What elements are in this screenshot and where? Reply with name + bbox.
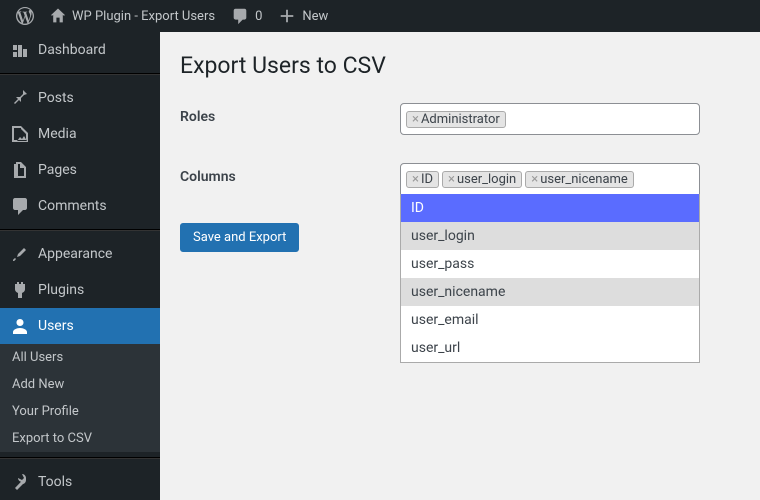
brush-icon [10, 244, 30, 264]
wordpress-icon [16, 7, 34, 25]
menu-label: Posts [38, 90, 74, 106]
remove-tag-icon[interactable]: × [412, 112, 419, 127]
wp-logo-menu[interactable] [8, 0, 42, 32]
menu-separator [0, 457, 160, 459]
dropdown-option[interactable]: user_pass [401, 250, 699, 278]
site-title-link[interactable]: WP Plugin - Export Users [42, 0, 223, 32]
menu-label: Tools [38, 474, 72, 490]
menu-tools[interactable]: Tools [0, 464, 160, 500]
new-label: New [302, 9, 328, 24]
dropdown-option[interactable]: user_email [401, 306, 699, 334]
users-icon [10, 316, 30, 336]
admin-sidebar: Dashboard Posts Media Pages Comments App… [0, 32, 160, 500]
comment-count: 0 [255, 9, 262, 24]
menu-users[interactable]: Users [0, 308, 160, 344]
submenu-your-profile[interactable]: Your Profile [0, 398, 160, 425]
plugin-icon [10, 280, 30, 300]
menu-label: Media [38, 126, 77, 142]
roles-label: Roles [180, 103, 400, 125]
columns-dropdown: ID user_login user_pass user_nicename us… [400, 194, 700, 363]
columns-label: Columns [180, 163, 400, 185]
users-submenu: All Users Add New Your Profile Export to… [0, 344, 160, 452]
submenu-export-csv[interactable]: Export to CSV [0, 425, 160, 452]
pin-icon [10, 88, 30, 108]
remove-tag-icon[interactable]: × [448, 172, 455, 187]
comment-icon [231, 7, 249, 25]
submenu-all-users[interactable]: All Users [0, 344, 160, 371]
menu-appearance[interactable]: Appearance [0, 236, 160, 272]
menu-label: Comments [38, 198, 107, 214]
menu-comments[interactable]: Comments [0, 188, 160, 224]
dashboard-icon [10, 40, 30, 60]
dropdown-option[interactable]: user_url [401, 334, 699, 362]
remove-tag-icon[interactable]: × [531, 172, 538, 187]
menu-separator [0, 73, 160, 75]
menu-label: Users [38, 318, 74, 334]
column-tag: × user_login [442, 171, 522, 188]
menu-posts[interactable]: Posts [0, 80, 160, 116]
dropdown-option[interactable]: user_login [401, 222, 699, 250]
media-icon [10, 124, 30, 144]
new-content-link[interactable]: New [270, 0, 336, 32]
menu-media[interactable]: Media [0, 116, 160, 152]
dropdown-option[interactable]: user_nicename [401, 278, 699, 306]
role-tag: × Administrator [406, 111, 506, 128]
tools-icon [10, 472, 30, 492]
remove-tag-icon[interactable]: × [412, 172, 419, 187]
admin-topbar: WP Plugin - Export Users 0 New [0, 0, 760, 32]
site-title-text: WP Plugin - Export Users [72, 9, 215, 24]
comments-icon [10, 196, 30, 216]
roles-select[interactable]: × Administrator [400, 103, 700, 135]
menu-separator [0, 229, 160, 231]
plus-icon [278, 7, 296, 25]
pages-icon [10, 160, 30, 180]
columns-row: Columns × ID × user_login × user_nicenam… [180, 163, 740, 195]
roles-row: Roles × Administrator [180, 103, 740, 135]
dropdown-scroll[interactable]: ID user_login user_pass user_nicename us… [401, 194, 699, 362]
menu-label: Dashboard [38, 42, 106, 58]
column-tag: × user_nicename [525, 171, 634, 188]
save-export-button[interactable]: Save and Export [180, 223, 299, 252]
tag-label: ID [421, 172, 433, 187]
menu-label: Appearance [38, 246, 112, 262]
comments-link[interactable]: 0 [223, 0, 270, 32]
column-tag: × ID [406, 171, 439, 188]
submenu-add-new[interactable]: Add New [0, 371, 160, 398]
menu-pages[interactable]: Pages [0, 152, 160, 188]
page-title: Export Users to CSV [180, 52, 740, 79]
columns-select[interactable]: × ID × user_login × user_nicename ID use… [400, 163, 700, 195]
menu-plugins[interactable]: Plugins [0, 272, 160, 308]
menu-label: Pages [38, 162, 77, 178]
main-content: Export Users to CSV Roles × Administrato… [160, 32, 760, 500]
tag-label: Administrator [421, 112, 500, 127]
menu-label: Plugins [38, 282, 84, 298]
home-icon [50, 8, 66, 24]
tag-label: user_nicename [540, 172, 628, 187]
menu-dashboard[interactable]: Dashboard [0, 32, 160, 68]
dropdown-option[interactable]: ID [401, 194, 699, 222]
tag-label: user_login [457, 172, 516, 187]
